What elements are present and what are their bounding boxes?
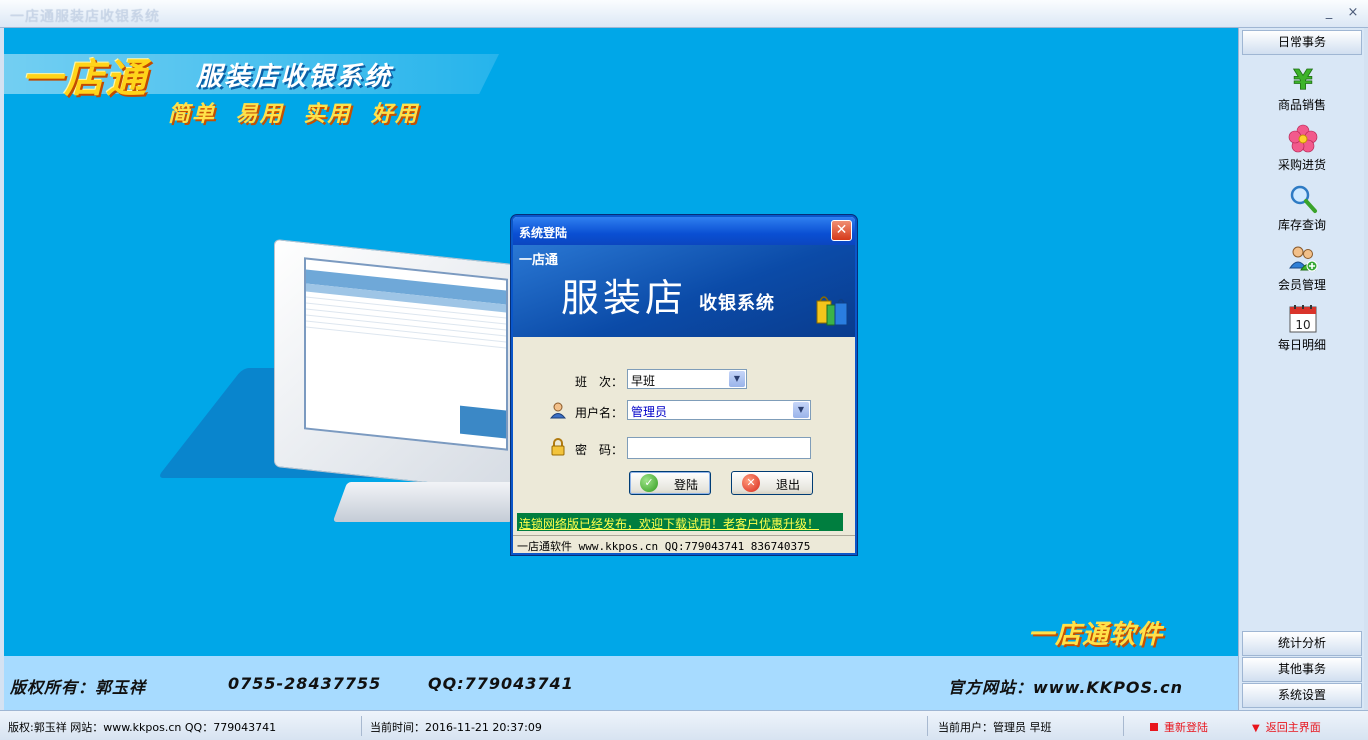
close-icon: ✕ bbox=[742, 474, 760, 492]
chevron-down-icon[interactable]: ▼ bbox=[793, 402, 809, 418]
sidebar: 日常事务 ¥ 商品销售 采购进货 库存查询 会员管理 10 每日明细 统计分析 … bbox=[1238, 28, 1364, 710]
slogan: 简单 易用 实用 好用 bbox=[168, 102, 419, 127]
yen-icon: ¥ bbox=[1293, 64, 1314, 94]
login-status-bar: 一店通软件 www.kkpos.cn QQ:779043741 83674037… bbox=[513, 535, 855, 553]
sidebar-item-inventory[interactable]: 库存查询 bbox=[1242, 182, 1362, 240]
status-bar: 版权:郭玉祥 网站：www.kkpos.cn QQ：779043741 当前时间… bbox=[0, 710, 1368, 740]
status-user: 当前用户：管理员 早班 bbox=[938, 716, 1124, 736]
login-button-label: 登陆 bbox=[674, 478, 699, 492]
sidebar-header-statistics[interactable]: 统计分析 bbox=[1242, 631, 1362, 656]
triangle-down-icon: ▼ bbox=[1252, 723, 1260, 734]
sidebar-header-daily[interactable]: 日常事务 bbox=[1242, 30, 1362, 55]
qq-text: QQ:779043741 bbox=[428, 674, 574, 693]
window-title: 一店通服装店收银系统 bbox=[10, 9, 160, 25]
relogin-link[interactable]: 重新登陆 bbox=[1150, 716, 1244, 736]
sidebar-item-sales[interactable]: ¥ 商品销售 bbox=[1242, 62, 1362, 120]
return-home-link[interactable]: ▼ 返回主界面 bbox=[1252, 716, 1362, 736]
stop-square-icon bbox=[1150, 723, 1158, 731]
status-time: 当前时间：2016-11-21 20:37:09 bbox=[370, 716, 928, 736]
login-banner: 一店通 服装店 收银系统 bbox=[513, 245, 855, 337]
copyright-text: 版权所有：郭玉祥 bbox=[10, 678, 147, 697]
website-text: 官方网站：www.KKPOS.cn bbox=[948, 678, 1184, 697]
shift-select-value: 早班 bbox=[631, 374, 656, 388]
exit-button[interactable]: ✕ 退出 bbox=[731, 471, 813, 495]
sidebar-item-label: 库存查询 bbox=[1277, 218, 1326, 232]
logo-subtitle: 服装店收银系统 bbox=[196, 62, 393, 92]
login-close-button[interactable]: ✕ bbox=[831, 220, 852, 241]
brand-bottom-text: 一店通软件 bbox=[1028, 620, 1164, 650]
announcement-link[interactable]: 连锁网络版已经发布，欢迎下载试用！老客户优惠升级！ bbox=[517, 513, 843, 531]
svg-text:¥: ¥ bbox=[1293, 64, 1313, 94]
flower-icon bbox=[1288, 124, 1318, 153]
sidebar-item-label: 采购进货 bbox=[1277, 158, 1326, 172]
user-select-value: 管理员 bbox=[631, 405, 668, 419]
status-copyright: 版权:郭玉祥 网站：www.kkpos.cn QQ：779043741 bbox=[8, 716, 362, 736]
password-label: 密 码： bbox=[575, 443, 624, 457]
monitor-screen bbox=[304, 257, 508, 451]
password-input[interactable] bbox=[627, 437, 811, 459]
sidebar-item-label: 会员管理 bbox=[1277, 278, 1326, 292]
button-row: ✓ 登陆 ✕ 退出 bbox=[513, 471, 855, 495]
shift-select[interactable]: 早班 ▼ bbox=[627, 369, 747, 389]
login-form: 班 次： 早班 ▼ 用户名： 管理员 ▼ 密 码： ✓ 登陆 ✕ 退出 bbox=[513, 337, 855, 517]
login-dialog: 系统登陆 ✕ 一店通 服装店 收银系统 班 次： 早班 ▼ 用户名： 管理员 ▼… bbox=[511, 215, 857, 555]
user-select[interactable]: 管理员 ▼ bbox=[627, 400, 811, 420]
user-label: 用户名： bbox=[575, 406, 624, 420]
exit-button-label: 退出 bbox=[776, 478, 801, 492]
window-titlebar: 一店通服装店收银系统 _ × bbox=[0, 0, 1368, 28]
password-row: 密 码： bbox=[513, 437, 855, 459]
shift-row: 班 次： 早班 ▼ bbox=[513, 369, 855, 391]
calendar-day: 10 bbox=[1295, 318, 1310, 332]
sidebar-header-other[interactable]: 其他事务 bbox=[1242, 657, 1362, 682]
login-button[interactable]: ✓ 登陆 bbox=[629, 471, 711, 495]
monitor-stand bbox=[332, 482, 528, 522]
user-row: 用户名： 管理员 ▼ bbox=[513, 400, 855, 422]
phone-text: 0755-28437755 bbox=[228, 674, 382, 693]
return-home-label: 返回主界面 bbox=[1265, 721, 1321, 734]
sidebar-item-daily-detail[interactable]: 10 每日明细 bbox=[1242, 302, 1362, 360]
calendar-icon: 10 bbox=[1289, 305, 1317, 333]
user-icon bbox=[549, 402, 567, 419]
shift-label: 班 次： bbox=[575, 375, 624, 389]
members-icon bbox=[1289, 246, 1318, 272]
magnifier-icon bbox=[1290, 185, 1317, 213]
sidebar-item-label: 每日明细 bbox=[1277, 338, 1326, 352]
info-band: 版权所有：郭玉祥 0755-28437755 QQ:779043741 官方网站… bbox=[4, 656, 1238, 710]
login-banner-subtitle: 收银系统 bbox=[699, 293, 775, 314]
lock-icon bbox=[551, 438, 565, 456]
minimize-button[interactable]: _ bbox=[1320, 4, 1338, 22]
chevron-down-icon[interactable]: ▼ bbox=[729, 371, 745, 387]
sidebar-header-settings[interactable]: 系统设置 bbox=[1242, 683, 1362, 708]
sidebar-item-purchase[interactable]: 采购进货 bbox=[1242, 122, 1362, 180]
relogin-label: 重新登陆 bbox=[1164, 721, 1208, 734]
sidebar-item-members[interactable]: 会员管理 bbox=[1242, 242, 1362, 300]
window-close-button[interactable]: × bbox=[1344, 4, 1362, 22]
login-banner-title: 服装店 bbox=[561, 276, 688, 320]
sidebar-item-label: 商品销售 bbox=[1277, 98, 1326, 112]
check-icon: ✓ bbox=[640, 474, 658, 492]
logo-text: 一店通 bbox=[22, 55, 148, 102]
shopping-bag-icon bbox=[816, 296, 848, 326]
login-dialog-titlebar: 系统登陆 ✕ bbox=[513, 217, 855, 245]
login-dialog-title: 系统登陆 bbox=[519, 226, 568, 240]
login-banner-brand: 一店通 bbox=[519, 253, 559, 268]
